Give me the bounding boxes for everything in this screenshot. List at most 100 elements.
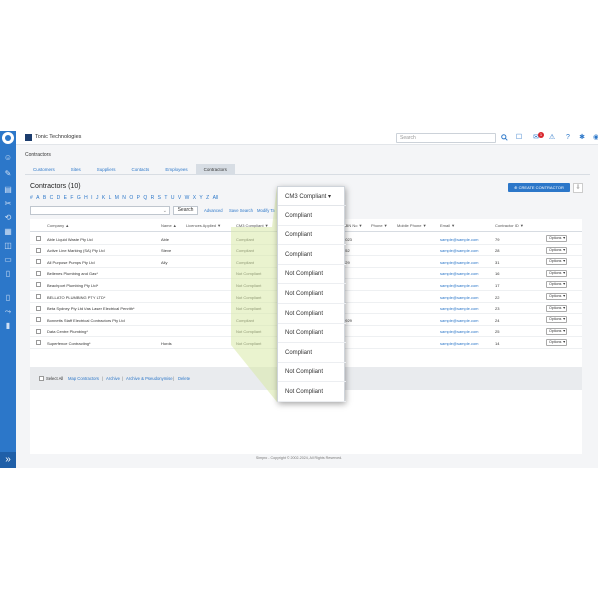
alpha-filter-letter[interactable]: Q [143,195,147,201]
alpha-filter-letter[interactable]: Z [206,195,209,201]
dropdown-option[interactable]: Not Compliant [278,363,346,383]
tools-icon[interactable]: ✂ [3,199,13,209]
options-dropdown-button[interactable]: Options ▼ [546,235,567,242]
column-header-company[interactable]: Company ▲ [47,223,69,228]
column-header-phone[interactable]: Phone ▼ [371,223,388,228]
tab-customers[interactable]: Customers [25,164,63,175]
dropdown-option[interactable]: Not Compliant [278,284,346,304]
alpha-filter-letter[interactable]: P [137,195,140,201]
options-dropdown-button[interactable]: Options ▼ [546,258,567,266]
options-dropdown-button[interactable]: Options ▼ [546,304,567,312]
alpha-filter-letter[interactable]: W [185,195,190,201]
search-icon[interactable] [501,134,508,141]
route-icon[interactable]: ⤳ [3,307,13,317]
company-name[interactable]: Tonic Technologies [35,134,81,140]
tab-contacts[interactable]: Contacts [124,164,158,175]
alpha-filter-letter[interactable]: All [213,195,219,201]
select-all-checkbox[interactable] [39,376,44,381]
email-link[interactable]: sample@sample.com [440,341,479,346]
alerts-icon[interactable]: ⚠ [548,134,556,142]
row-checkbox[interactable] [36,236,41,241]
row-checkbox[interactable] [36,282,41,288]
row-checkbox[interactable] [36,340,41,346]
dropdown-option[interactable]: Compliant [278,226,346,246]
options-dropdown-button[interactable]: Options ▼ [546,327,567,335]
help-icon[interactable]: ? [564,134,572,142]
archive-link[interactable]: Archive [106,376,120,381]
alpha-filter-letter[interactable]: R [151,195,155,201]
refresh-icon[interactable]: ⟲ [3,213,13,223]
alpha-filter-letter[interactable]: B [43,195,46,201]
row-checkbox[interactable] [36,328,41,334]
column-header-licences[interactable]: Licences Applied ▼ [186,223,221,228]
dropdown-option[interactable]: Not Compliant [278,382,346,402]
map-contractors-link[interactable]: Map Contractors [68,376,99,381]
contractor-search-input[interactable]: ⌄ [30,206,170,215]
column-header-email[interactable]: Email ▼ [440,223,455,228]
users-icon[interactable]: ☺ [3,153,13,163]
calendar-icon[interactable]: ▦ [3,227,13,237]
download-icon[interactable]: ⇩ [573,183,583,193]
alpha-filter-letter[interactable]: H [84,195,88,201]
column-header-cm3[interactable]: CM3 Compliant ▼ [236,223,269,228]
row-checkbox[interactable] [36,247,41,253]
alpha-filter-letter[interactable]: C [50,195,54,201]
alpha-filter-letter[interactable]: N [122,195,126,201]
reports-icon[interactable]: ▮ [3,321,13,331]
dropdown-option[interactable]: Not Compliant [278,304,346,324]
options-dropdown-button[interactable]: Options ▼ [546,281,567,289]
alpha-filter-letter[interactable]: A [36,195,39,201]
user-edit-icon[interactable]: ✎ [3,169,13,179]
tab-employees[interactable]: Employees [157,164,195,175]
options-dropdown-button[interactable]: Options ▼ [546,246,567,254]
advanced-search-link[interactable]: Advanced [204,208,223,213]
search-button[interactable]: Search [173,206,198,215]
alpha-filter-letter[interactable]: E [64,195,67,201]
document-icon[interactable]: ▯ [3,269,13,279]
options-dropdown-button[interactable]: Options ▼ [546,316,567,324]
delete-link[interactable]: Delete [178,376,190,381]
alpha-filter-letter[interactable]: M [115,195,119,201]
tab-sites[interactable]: Sites [63,164,89,175]
alpha-filter-letter[interactable]: S [158,195,161,201]
row-checkbox[interactable] [36,259,41,265]
alpha-filter-letter[interactable]: F [70,195,73,201]
column-header-contractor-id[interactable]: Contractor ID ▼ [495,223,524,228]
dropdown-header[interactable]: CM3 Compliant ▾ [278,187,346,206]
alpha-filter-letter[interactable]: D [57,195,61,201]
alpha-filter-letter[interactable]: Y [199,195,202,201]
email-link[interactable]: sample@sample.com [440,237,479,242]
archive-pseudonymise-link[interactable]: Archive & Pseudonymise [126,376,173,381]
email-link[interactable]: sample@sample.com [440,271,479,276]
alpha-filter-letter[interactable]: G [77,195,81,201]
archive-icon[interactable]: ▭ [3,255,13,265]
email-link[interactable]: sample@sample.com [440,318,479,323]
column-header-name[interactable]: Name ▲ [161,223,177,228]
row-checkbox[interactable] [36,270,41,276]
expand-sidebar-button[interactable]: » [0,452,16,468]
options-dropdown-button[interactable]: Options ▼ [546,269,567,277]
options-dropdown-button[interactable]: Options ▼ [546,339,567,347]
dropdown-option[interactable]: Not Compliant [278,265,346,285]
alpha-filter-letter[interactable]: O [129,195,133,201]
user-account-icon[interactable]: ◉ [592,134,598,142]
create-contractor-button[interactable]: ⊕ CREATE CONTRACTOR [508,183,570,192]
tab-contractors[interactable]: Contractors [195,164,235,175]
dropdown-option[interactable]: Compliant [278,206,346,226]
alpha-filter-letter[interactable]: I [91,195,92,201]
save-search-link[interactable]: Save Search [229,208,253,213]
app-logo-icon[interactable] [2,132,14,144]
breadcrumb[interactable]: Contractors [25,152,51,158]
tab-suppliers[interactable]: Suppliers [89,164,124,175]
alpha-filter-letter[interactable]: T [164,195,167,201]
file-icon[interactable]: ▯ [3,293,13,303]
email-link[interactable]: sample@sample.com [440,306,479,311]
email-link[interactable]: sample@sample.com [440,260,479,265]
dropdown-option[interactable]: Compliant [278,343,346,363]
row-checkbox[interactable] [36,294,41,299]
email-link[interactable]: sample@sample.com [440,283,479,288]
global-search-input[interactable]: Search [396,133,496,143]
clipboard-icon[interactable]: ▤ [3,185,13,195]
dropdown-option[interactable]: Not Compliant [278,324,346,344]
alpha-filter-letter[interactable]: U [171,195,175,201]
